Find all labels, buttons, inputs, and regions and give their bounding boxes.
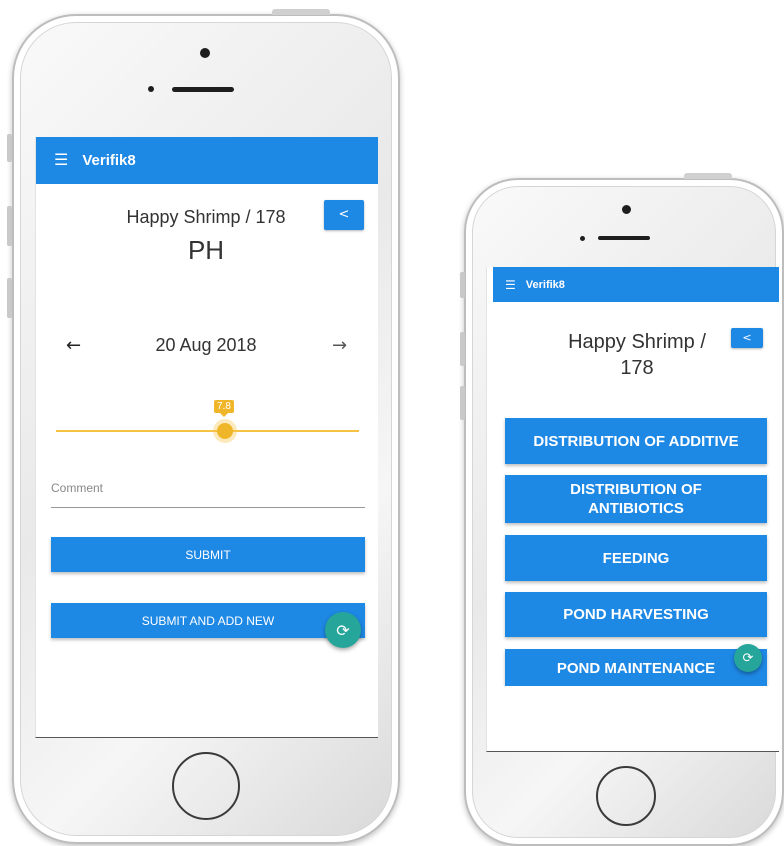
next-date-arrow-icon[interactable]: →	[332, 335, 347, 356]
activity-button[interactable]: POND HARVESTING	[505, 592, 767, 637]
content-fade	[487, 686, 779, 751]
sensor-left	[148, 86, 154, 92]
volume-down-left	[7, 278, 12, 318]
app-bar-right: ☰ Verifik8	[493, 267, 779, 302]
pond-title: Happy Shrimp / 178	[126, 207, 286, 227]
hamburger-menu-icon[interactable]: ☰	[505, 279, 516, 291]
comment-field[interactable]: Comment	[51, 477, 365, 508]
app-bar: ☰ Verifik8	[36, 137, 378, 184]
sync-icon[interactable]: ⟳	[325, 612, 361, 648]
home-button-right[interactable]	[596, 766, 656, 826]
power-button-left	[272, 9, 330, 15]
hamburger-menu-icon[interactable]: ☰	[54, 152, 68, 169]
app-title-right: Verifik8	[525, 278, 565, 291]
date-label: 20 Aug 2018	[155, 335, 257, 355]
back-button[interactable]: <	[324, 200, 364, 230]
speaker-left	[172, 87, 234, 92]
submit-button[interactable]: SUBMIT	[51, 537, 365, 572]
mute-switch-right	[460, 272, 465, 298]
comment-placeholder: Comment	[51, 481, 104, 495]
mute-switch-left	[7, 134, 12, 162]
app-title: Verifik8	[82, 152, 136, 169]
speaker-right	[598, 236, 650, 240]
activity-button[interactable]: DISTRIBUTION OF ANTIBIOTICS	[505, 475, 767, 523]
activity-button[interactable]: POND MAINTENANCE	[505, 649, 767, 687]
home-button-left[interactable]	[172, 752, 240, 820]
screen-right: ☰ Verifik8 Happy Shrimp / 178 < DISTRIBU…	[486, 267, 779, 752]
activity-button[interactable]: DISTRIBUTION OF ADDITIVE	[505, 418, 767, 464]
slider-thumb[interactable]	[217, 423, 233, 439]
volume-up-right	[460, 332, 465, 366]
camera-left	[200, 48, 210, 58]
pond-title-right: Happy Shrimp / 178	[568, 331, 706, 379]
screen-left: ☰ Verifik8 Happy Shrimp / 178 < PH ← 20 …	[35, 137, 378, 738]
slider-track[interactable]	[56, 430, 359, 432]
back-button-right[interactable]: <	[731, 328, 763, 348]
submit-and-add-new-button[interactable]: SUBMIT AND ADD NEW	[51, 603, 365, 638]
camera-right	[622, 205, 631, 214]
power-button-right	[684, 173, 732, 179]
volume-down-right	[460, 386, 465, 420]
slider-value-label: 7.8	[214, 400, 234, 417]
parameter-title: PH	[187, 235, 225, 265]
activity-button[interactable]: FEEDING	[505, 535, 767, 581]
sync-icon[interactable]: ⟳	[734, 644, 762, 672]
prev-date-arrow-icon[interactable]: ←	[66, 335, 81, 356]
volume-up-left	[7, 206, 12, 246]
sensor-right	[580, 236, 585, 241]
